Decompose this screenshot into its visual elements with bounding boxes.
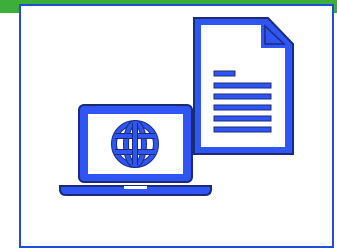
graphic-frame	[0, 0, 337, 250]
illustration	[59, 17, 294, 196]
document-icon	[193, 17, 294, 155]
